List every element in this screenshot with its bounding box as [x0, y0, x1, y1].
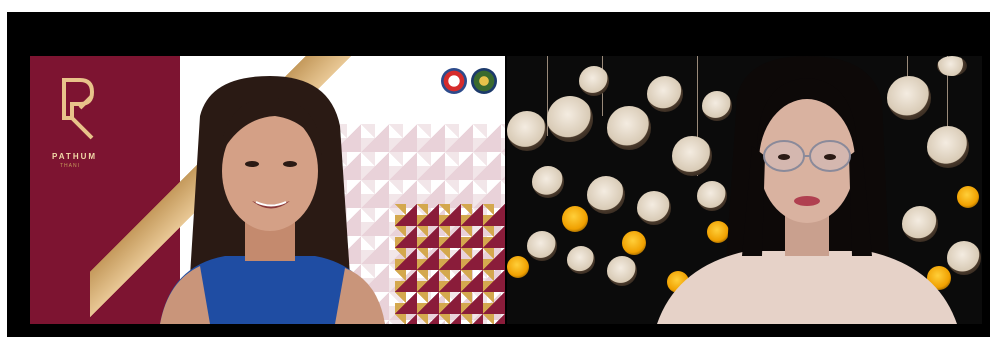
logo-text: PATHUM — [52, 152, 98, 161]
government-seal-icon — [441, 68, 467, 94]
light-orb — [567, 246, 595, 274]
participant-video-tile-right[interactable] — [507, 56, 982, 324]
light-orb — [507, 256, 529, 278]
virtual-background-triangle-accent — [395, 204, 505, 324]
light-orb — [607, 256, 637, 286]
light-orb — [622, 231, 646, 255]
light-orb — [607, 106, 651, 150]
logo-subtext: THANI — [60, 163, 80, 169]
province-emblem-icon — [471, 68, 497, 94]
light-orb — [507, 111, 547, 151]
video-call-frame: PATHUM THANI — [7, 12, 990, 337]
pathum-logo-icon — [62, 78, 95, 140]
light-orb — [547, 96, 593, 142]
participant-left-video — [160, 76, 385, 324]
light-orb — [527, 231, 557, 261]
participant-video-tile-left[interactable]: PATHUM THANI — [30, 56, 505, 324]
light-orb — [532, 166, 564, 198]
participant-right-video — [657, 56, 957, 324]
light-orb — [579, 66, 609, 96]
light-orb — [562, 206, 588, 232]
light-orb — [957, 186, 979, 208]
light-orb — [587, 176, 625, 214]
